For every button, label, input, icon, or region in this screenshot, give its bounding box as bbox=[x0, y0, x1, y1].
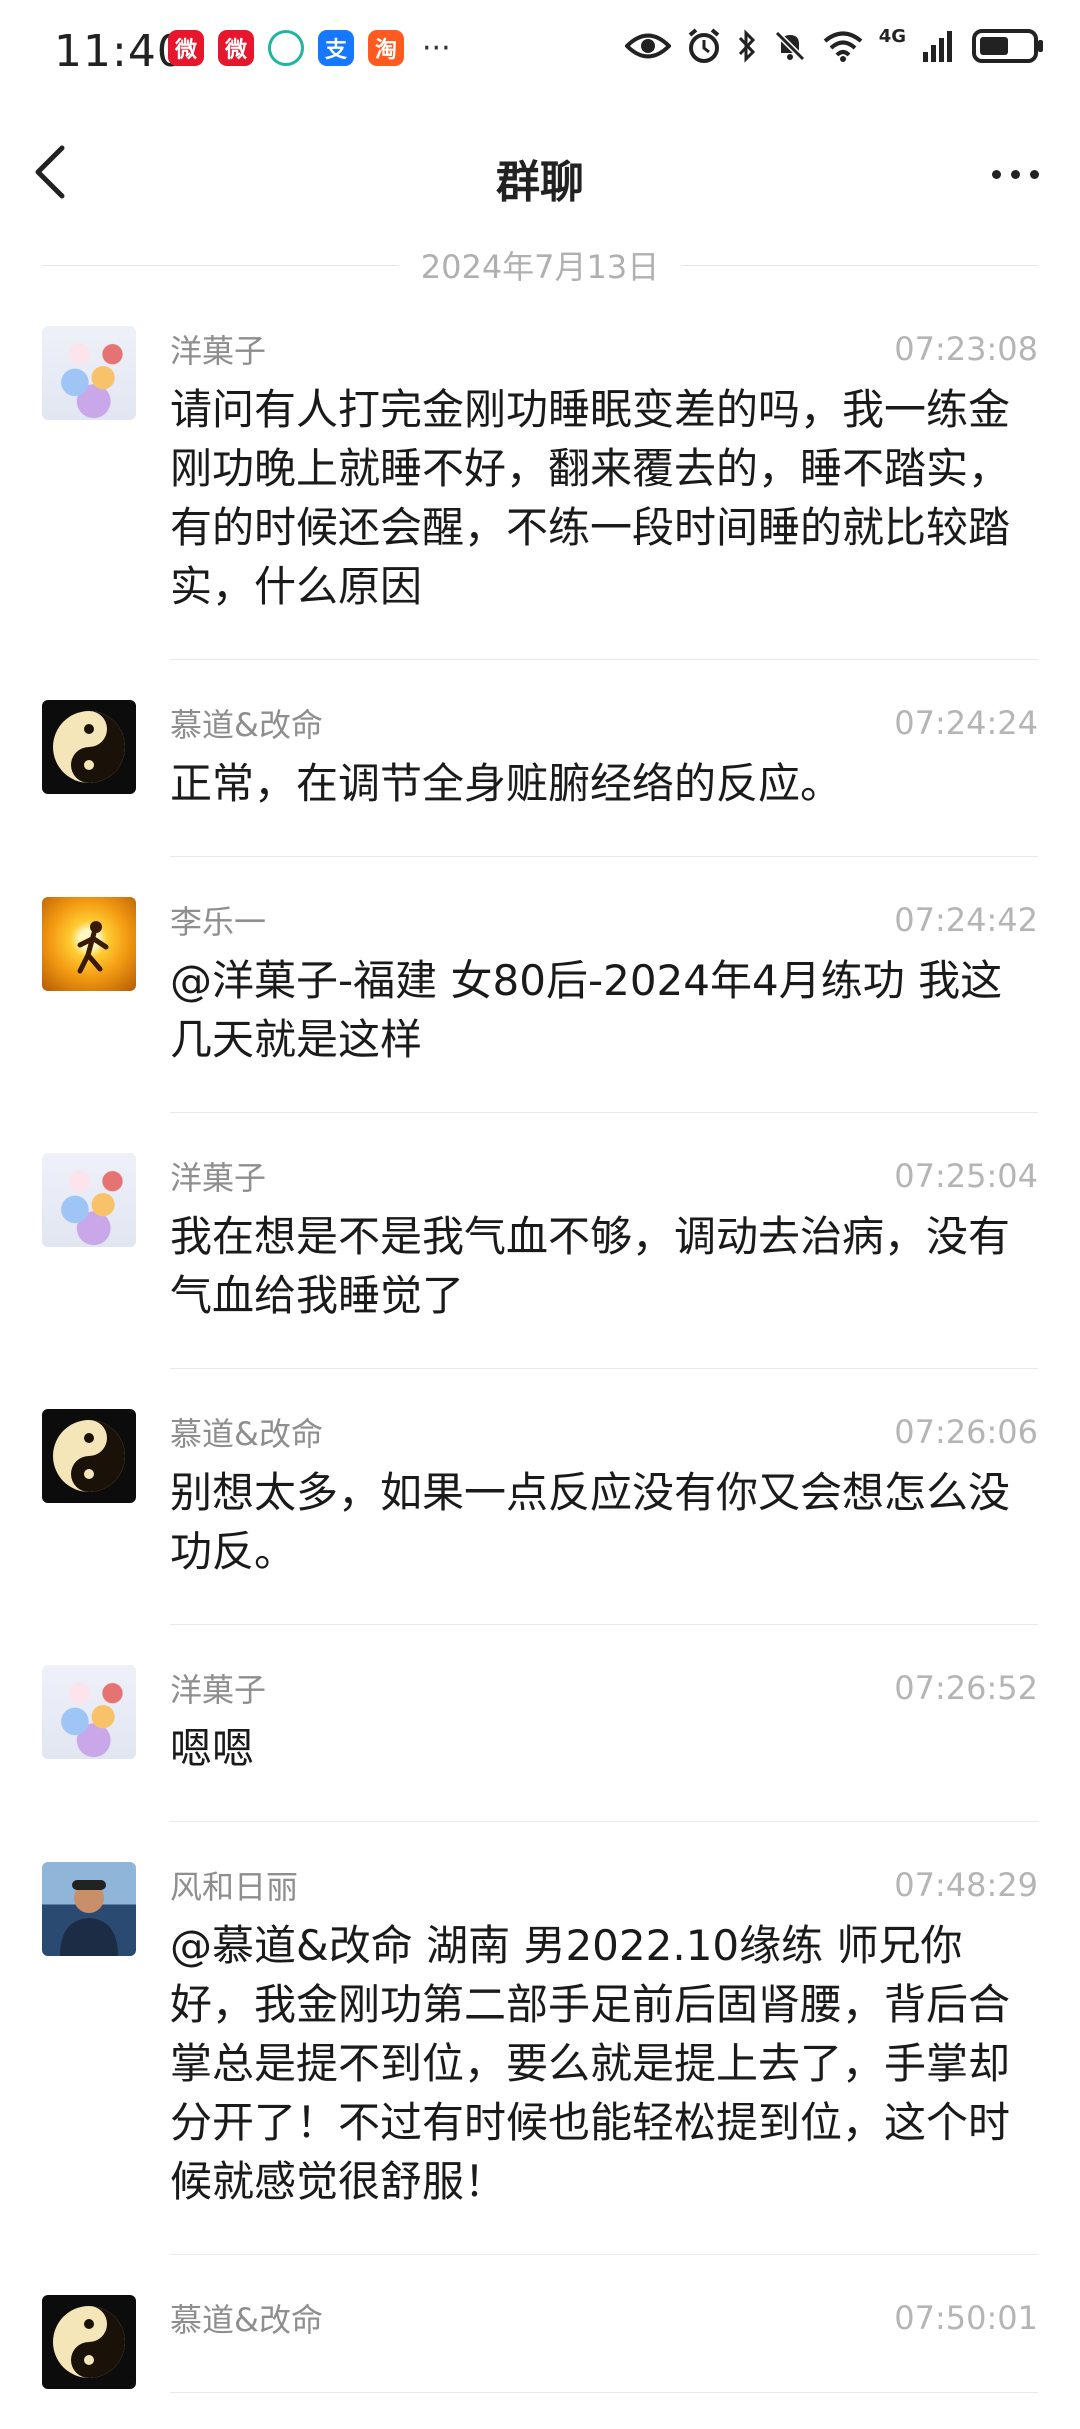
message-item[interactable]: 李乐一 07:24:42 @洋菓子-福建 女80后-2024年4月练功 我这几天就是… bbox=[0, 893, 1080, 1113]
alarm-icon bbox=[688, 28, 719, 63]
status-bar: 11:40 微 微 支 淘 ··· 4G bbox=[0, 0, 1080, 110]
message-meta: 李乐一 07:24:42 bbox=[170, 893, 1038, 947]
message-text[interactable]: @洋菓子-福建 女80后-2024年4月练功 我这几天就是这样 bbox=[170, 951, 1038, 1069]
message-item[interactable]: 慕道&改命 07:50:01 bbox=[0, 2291, 1080, 2393]
sender-name[interactable]: 洋菓子 bbox=[170, 1153, 266, 1199]
divider-line bbox=[681, 264, 1038, 266]
bluetooth-icon bbox=[738, 29, 755, 63]
taobao-icon: 淘 bbox=[368, 30, 404, 66]
avatar[interactable] bbox=[42, 897, 136, 991]
message-item[interactable]: 慕道&改命 07:24:24 正常，在调节全身赃腑经络的反应。 bbox=[0, 696, 1080, 857]
more-notifications-icon: ··· bbox=[422, 30, 451, 66]
message-item[interactable]: 洋菓子 07:25:04 我在想是不是我气血不够，调动去治病，没有气血给我睡觉了 bbox=[0, 1149, 1080, 1369]
message-divider bbox=[170, 659, 1038, 660]
dot-icon bbox=[1010, 169, 1020, 179]
sender-name[interactable]: 洋菓子 bbox=[170, 1665, 266, 1711]
person-icon bbox=[60, 1880, 118, 1956]
message-item[interactable]: 洋菓子 07:26:52 嗯嗯 bbox=[0, 1661, 1080, 1822]
message-divider bbox=[170, 856, 1038, 857]
avatar[interactable] bbox=[42, 1409, 136, 1503]
avatar[interactable] bbox=[42, 326, 136, 420]
message-item[interactable]: 洋菓子 07:23:08 请问有人打完金刚功睡眠变差的吗，我一练金刚功晚上就睡不好，… bbox=[0, 322, 1080, 660]
taiji-icon bbox=[53, 2306, 125, 2378]
message-meta: 慕道&改命 07:24:24 bbox=[170, 696, 1038, 750]
divider-line bbox=[42, 264, 399, 266]
network-type: 4G bbox=[878, 25, 906, 47]
message-text[interactable]: 别想太多，如果一点反应没有你又会想怎么没功反。 bbox=[170, 1463, 1038, 1581]
message-text[interactable]: @慕道&改命 湖南 男2022.10缘练 师兄你好，我金刚功第二部手足前后固肾腰… bbox=[170, 1916, 1038, 2211]
taiji-icon bbox=[53, 711, 125, 783]
signal-icon bbox=[923, 31, 952, 62]
avatar[interactable] bbox=[42, 1153, 136, 1247]
taiji-icon bbox=[53, 1420, 125, 1492]
dot-icon bbox=[1029, 169, 1039, 179]
avatar[interactable] bbox=[42, 1862, 136, 1956]
battery-icon bbox=[972, 29, 1043, 63]
chat-header: 群聊 bbox=[0, 110, 1080, 240]
weibo-icon: 微 bbox=[168, 30, 204, 66]
message-divider bbox=[170, 2392, 1038, 2393]
message-divider bbox=[170, 1368, 1038, 1369]
message-meta: 洋菓子 07:23:08 bbox=[170, 322, 1038, 376]
date-divider: 2024年7月13日 bbox=[42, 240, 1038, 290]
eye-icon bbox=[624, 33, 671, 59]
message-text[interactable]: 正常，在调节全身赃腑经络的反应。 bbox=[170, 754, 1038, 813]
status-time: 11:40 bbox=[54, 26, 186, 77]
message-item[interactable]: 慕道&改命 07:26:06 别想太多，如果一点反应没有你又会想怎么没功反。 bbox=[0, 1405, 1080, 1625]
sender-name[interactable]: 慕道&改命 bbox=[170, 2295, 323, 2341]
message-list[interactable]: 洋菓子 07:23:08 请问有人打完金刚功睡眠变差的吗，我一练金刚功晚上就睡不好，… bbox=[0, 322, 1080, 2429]
message-divider bbox=[170, 1112, 1038, 1113]
notification-icons: 微 微 支 淘 ··· bbox=[168, 30, 451, 66]
message-meta: 洋菓子 07:26:52 bbox=[170, 1661, 1038, 1715]
message-text[interactable]: 嗯嗯 bbox=[170, 1719, 1038, 1778]
message-divider bbox=[170, 1624, 1038, 1625]
more-options-button[interactable] bbox=[980, 154, 1050, 194]
message-time: 07:24:42 bbox=[894, 901, 1038, 939]
message-divider bbox=[170, 1821, 1038, 1822]
message-meta: 慕道&改命 07:50:01 bbox=[170, 2291, 1038, 2345]
message-meta: 风和日丽 07:48:29 bbox=[170, 1858, 1038, 1912]
message-text[interactable]: 我在想是不是我气血不够，调动去治病，没有气血给我睡觉了 bbox=[170, 1207, 1038, 1325]
sender-name[interactable]: 洋菓子 bbox=[170, 326, 266, 372]
avatar[interactable] bbox=[42, 1665, 136, 1759]
weibo-icon: 微 bbox=[218, 30, 254, 66]
message-time: 07:25:04 bbox=[894, 1157, 1038, 1195]
page-title: 群聊 bbox=[496, 157, 584, 208]
chat-bubble-icon bbox=[268, 30, 304, 66]
wifi-icon bbox=[823, 31, 862, 62]
date-label: 2024年7月13日 bbox=[420, 248, 660, 286]
runner-icon bbox=[77, 921, 109, 974]
message-time: 07:26:06 bbox=[894, 1413, 1038, 1451]
alipay-icon: 支 bbox=[318, 30, 354, 66]
avatar[interactable] bbox=[42, 700, 136, 794]
message-time: 07:50:01 bbox=[894, 2299, 1038, 2337]
message-item[interactable]: 风和日丽 07:48:29 @慕道&改命 湖南 男2022.10缘练 师兄你好，我金… bbox=[0, 1858, 1080, 2255]
message-time: 07:48:29 bbox=[894, 1866, 1038, 1904]
mute-icon bbox=[774, 30, 805, 62]
message-meta: 洋菓子 07:25:04 bbox=[170, 1149, 1038, 1203]
dot-icon bbox=[991, 169, 1001, 179]
message-divider bbox=[170, 2254, 1038, 2255]
sender-name[interactable]: 风和日丽 bbox=[170, 1862, 298, 1908]
message-time: 07:24:24 bbox=[894, 704, 1038, 742]
sender-name[interactable]: 李乐一 bbox=[170, 897, 266, 943]
message-text[interactable]: 请问有人打完金刚功睡眠变差的吗，我一练金刚功晚上就睡不好，翻来覆去的，睡不踏实，… bbox=[170, 380, 1038, 616]
sender-name[interactable]: 慕道&改命 bbox=[170, 700, 323, 746]
sender-name[interactable]: 慕道&改命 bbox=[170, 1409, 323, 1455]
message-time: 07:23:08 bbox=[894, 330, 1038, 368]
message-time: 07:26:52 bbox=[894, 1669, 1038, 1707]
message-meta: 慕道&改命 07:26:06 bbox=[170, 1405, 1038, 1459]
